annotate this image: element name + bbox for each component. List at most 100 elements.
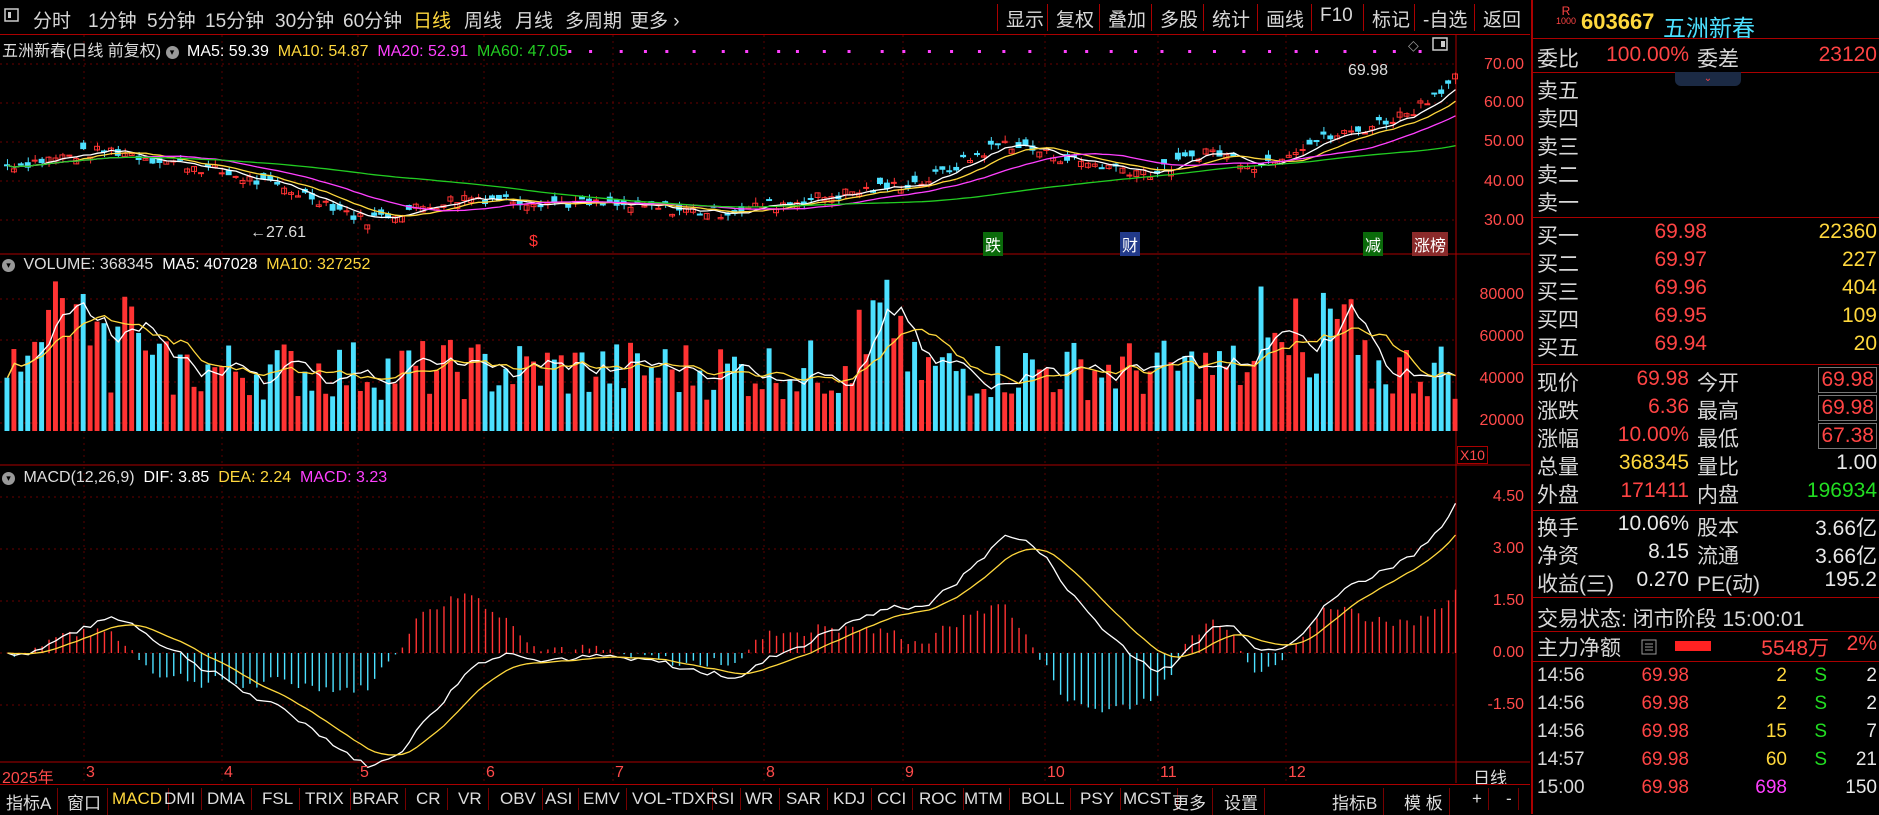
indicator-tab[interactable]: ROC (913, 788, 964, 810)
list-icon[interactable] (1641, 637, 1657, 661)
indicator-tab[interactable]: 更多 (1166, 788, 1213, 815)
indicator-right-tab[interactable]: 指标B (1326, 788, 1385, 815)
stat-label: 外盘 (1537, 484, 1579, 507)
tab-monthly[interactable]: 月线 (515, 6, 553, 33)
kline-title: 五洲新春(日线 前复权) (2, 43, 162, 60)
stat-value: 10.00% (1617, 423, 1689, 446)
indicator-tab[interactable]: BOLL (1015, 788, 1072, 810)
dif-value: DIF: 3.85 (143, 469, 210, 486)
tab-1min[interactable]: 1分钟 (88, 6, 137, 33)
collapse-icon[interactable] (4, 7, 20, 29)
stat-label: 量比 (1697, 456, 1739, 479)
tick-count: 7 (1866, 721, 1877, 742)
low-price-label: ←27.61 (250, 224, 307, 241)
indicator-tab[interactable]: OBV (494, 788, 543, 810)
quote-panel: R 1000 603667 五洲新春 委比 100.00% 委差 23120 ⌄… (1531, 0, 1879, 814)
indicator-tab[interactable]: DMA (201, 788, 252, 810)
tick-price: 69.98 (1641, 665, 1689, 686)
indicator-tab[interactable]: KDJ (827, 788, 873, 810)
y-tick: 50.00 (1483, 133, 1524, 150)
indicator-tab[interactable]: RSI (700, 788, 742, 810)
y-tick: 1.50 (1492, 592, 1524, 609)
badge-top: R (1561, 4, 1571, 18)
window-icon[interactable] (1432, 37, 1448, 56)
stat-label: 最低 (1697, 428, 1739, 451)
display-button[interactable]: 显示 (997, 4, 1052, 31)
bid-row: 买五 69.94 20 (1537, 332, 1877, 360)
fund-label: 收益(三) (1537, 573, 1614, 596)
indicator-tab[interactable]: CCI (871, 788, 914, 810)
mark-button[interactable]: 标记 (1363, 4, 1418, 31)
event-marker[interactable]: 财 (1120, 232, 1141, 256)
indicator-tab[interactable]: CR (410, 788, 448, 810)
bid-label: 买二 (1537, 253, 1579, 276)
tab-60min[interactable]: 60分钟 (343, 6, 402, 33)
tick-row: 14:56 69.98 2 S 2 (1537, 665, 1877, 693)
indicator-tab[interactable]: TRIX (299, 788, 351, 810)
indicator-tab[interactable]: SAR (780, 788, 828, 810)
rights-button[interactable]: 复权 (1047, 4, 1102, 31)
tab-daily[interactable]: 日线 (413, 6, 451, 33)
overlay-button[interactable]: 叠加 (1099, 4, 1154, 31)
tick-count: 2 (1866, 693, 1877, 714)
stat-label: 内盘 (1697, 484, 1739, 507)
event-marker[interactable]: 涨榜 (1412, 232, 1449, 256)
fund-value: 195.2 (1824, 568, 1877, 591)
f10-button[interactable]: F10 (1311, 4, 1361, 31)
indicator-tabbar: 指标A 窗口 MACD DMI DMA FSL TRIX BRAR CR VR OBV ASI EMV V… (0, 784, 1530, 815)
diamond-icon[interactable]: ◇ (1408, 37, 1419, 54)
x-tick: 7 (615, 764, 624, 781)
macd-value: MACD: 3.23 (300, 469, 388, 486)
ask-label: 卖二 (1537, 164, 1579, 187)
indicator-tab[interactable]: FSL (256, 788, 301, 810)
stat-label: 现价 (1537, 372, 1579, 395)
statistics-button[interactable]: 统计 (1203, 4, 1258, 31)
tab-30min[interactable]: 30分钟 (275, 6, 334, 33)
indicator-tab[interactable]: 设置 (1218, 788, 1265, 815)
indicator-tab[interactable]: 指标A (0, 788, 59, 815)
indicator-right-tab[interactable]: + (1466, 788, 1489, 810)
ask-label: 卖四 (1537, 108, 1579, 131)
event-marker[interactable]: 跌 (983, 232, 1004, 256)
indicator-tab[interactable]: PSY (1074, 788, 1122, 810)
stat-row: 外盘 171411 内盘 196934 (1537, 479, 1877, 507)
event-marker[interactable]: $ (529, 233, 538, 251)
indicator-tab[interactable]: MTM (958, 788, 1010, 810)
stock-chart[interactable] (0, 35, 1530, 783)
y-tick: 20000 (1479, 412, 1525, 429)
y-tick: 40.00 (1483, 173, 1524, 190)
indicator-tab[interactable]: EMV (577, 788, 627, 810)
stat-label: 总量 (1537, 456, 1579, 479)
indicator-tab[interactable]: 窗口 (61, 788, 108, 815)
weicha-value: 23120 (1818, 43, 1877, 66)
event-marker[interactable]: 减 (1363, 232, 1384, 256)
tick-price: 69.98 (1641, 693, 1689, 714)
draw-line-button[interactable]: 画线 (1257, 4, 1312, 31)
tab-fenshi[interactable]: 分时 (33, 6, 71, 33)
kline-title-bar: 五洲新春(日线 前复权) ▾ MA5: 59.39 MA10: 54.87 MA… (2, 37, 568, 61)
tab-weekly[interactable]: 周线 (464, 6, 502, 33)
volume-unit-label: X10 (1457, 446, 1488, 464)
stat-row: 现价 69.98 今开 69.98 (1537, 367, 1877, 395)
dropdown-icon[interactable]: ▾ (2, 472, 15, 485)
remove-watchlist-button[interactable]: -自选 (1414, 4, 1475, 31)
back-button[interactable]: 返回 (1474, 4, 1529, 31)
dropdown-icon[interactable]: ▾ (2, 259, 15, 272)
tab-more[interactable]: 更多 › (630, 6, 680, 33)
indicator-tab[interactable]: DMI (158, 788, 203, 810)
indicator-tab[interactable]: ASI (539, 788, 580, 810)
indicator-tab[interactable]: WR (739, 788, 781, 810)
tick-count: 21 (1855, 749, 1877, 770)
indicator-tab[interactable]: BRAR (346, 788, 407, 810)
multi-stock-button[interactable]: 多股 (1151, 4, 1206, 31)
indicator-tab[interactable]: VR (452, 788, 489, 810)
fund-label: 换手 (1537, 517, 1579, 540)
tab-15min[interactable]: 15分钟 (205, 6, 264, 33)
tab-multi-period[interactable]: 多周期 (565, 6, 622, 33)
tab-5min[interactable]: 5分钟 (147, 6, 196, 33)
trade-status-row: 交易状态: 闭市阶段 15:00:01 (1537, 603, 1877, 631)
dropdown-icon[interactable]: ▾ (165, 46, 179, 59)
indicator-right-tab[interactable]: - (1500, 788, 1519, 810)
x-tick: 9 (905, 764, 914, 781)
indicator-right-tab[interactable]: 模 板 (1398, 788, 1450, 815)
